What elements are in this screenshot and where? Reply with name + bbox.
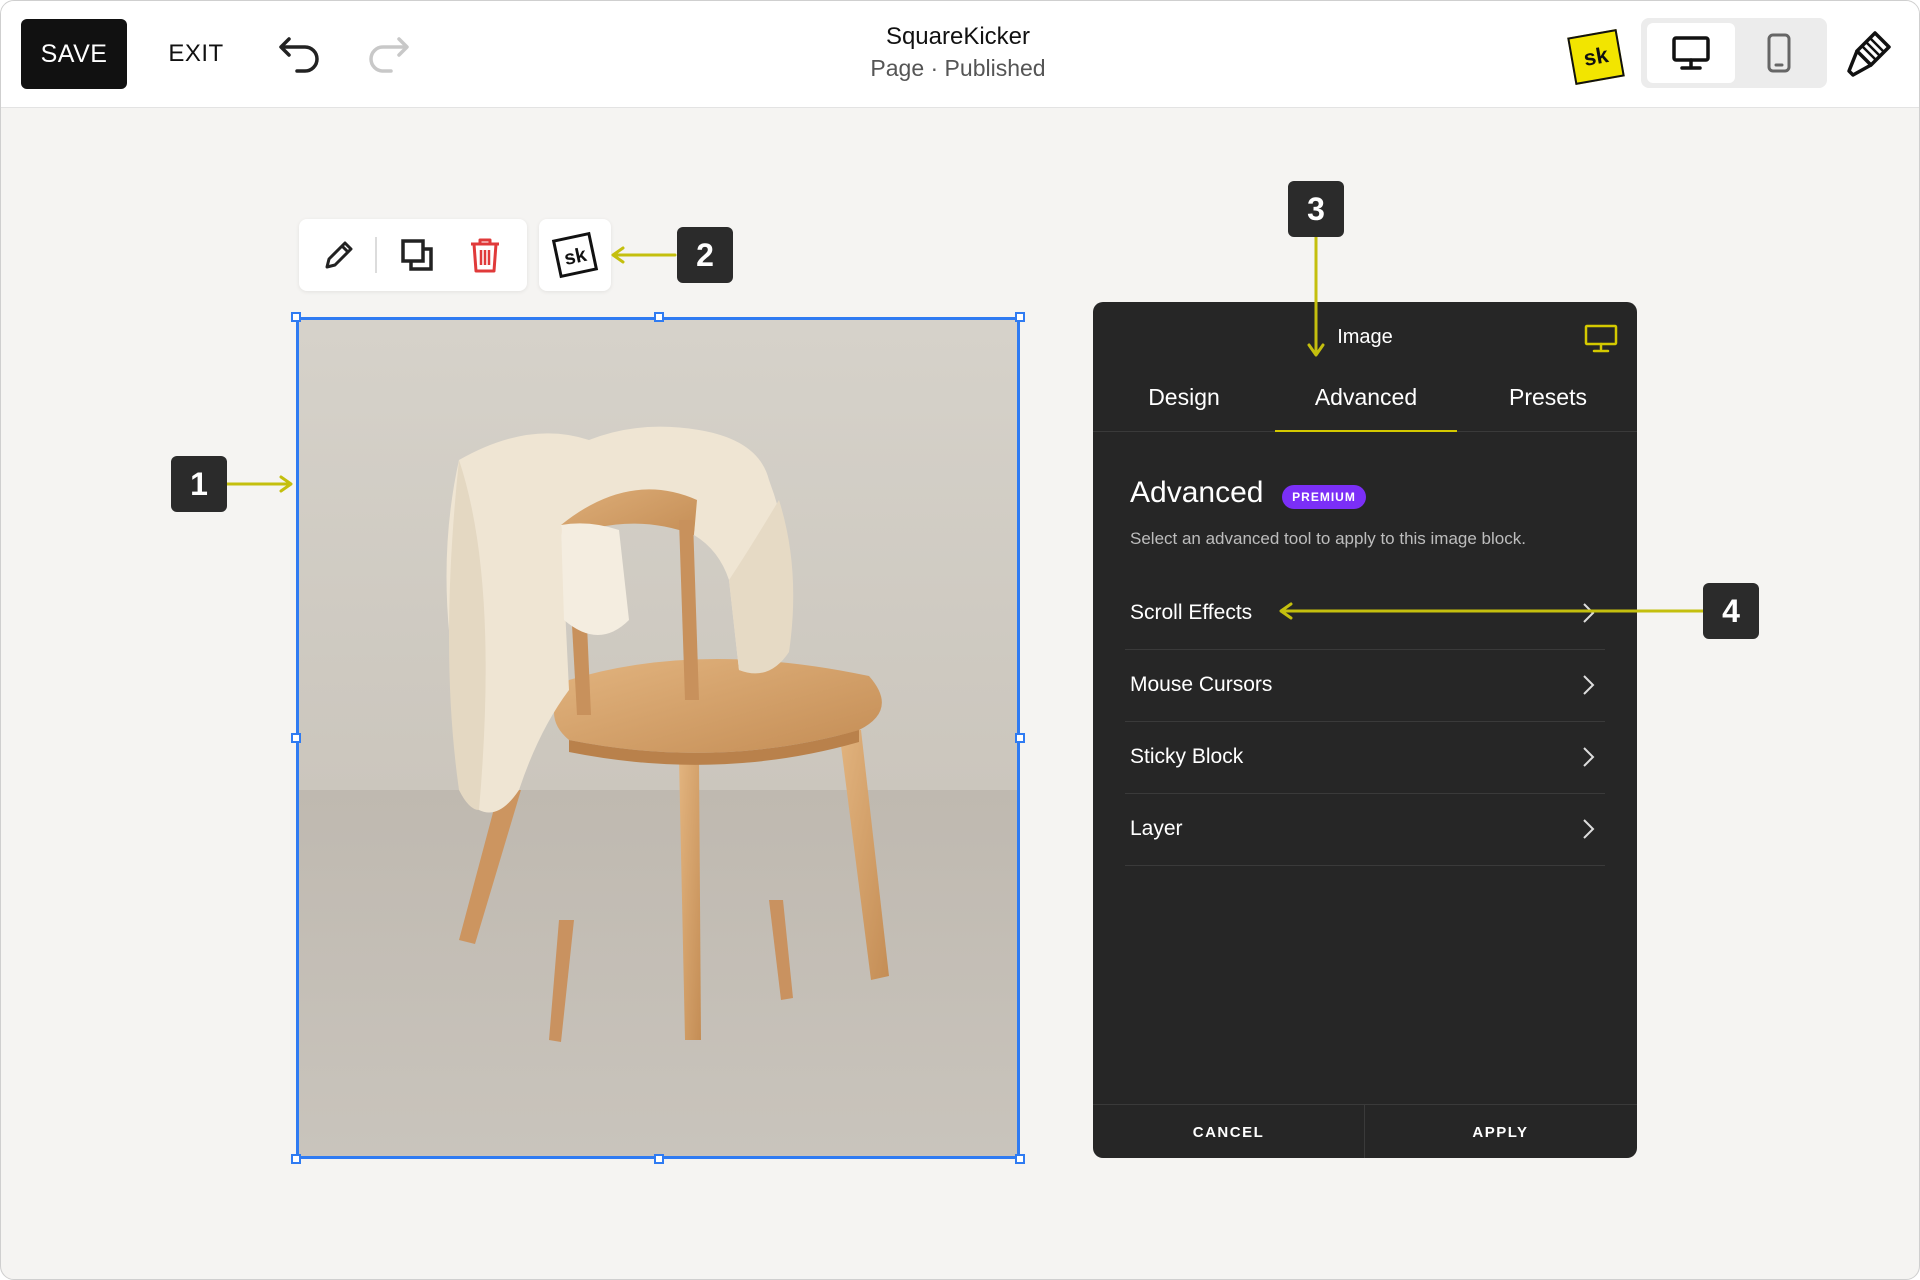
callout-badge-1: 1 <box>171 456 227 512</box>
annotation-arrows <box>225 235 1705 620</box>
callout-badge-4: 4 <box>1703 583 1759 639</box>
callout-badge-2: 2 <box>677 227 733 283</box>
app-window: SAVE EXIT SquareKicker Page · Published … <box>0 0 1920 1280</box>
callout-badge-3: 3 <box>1288 181 1344 237</box>
